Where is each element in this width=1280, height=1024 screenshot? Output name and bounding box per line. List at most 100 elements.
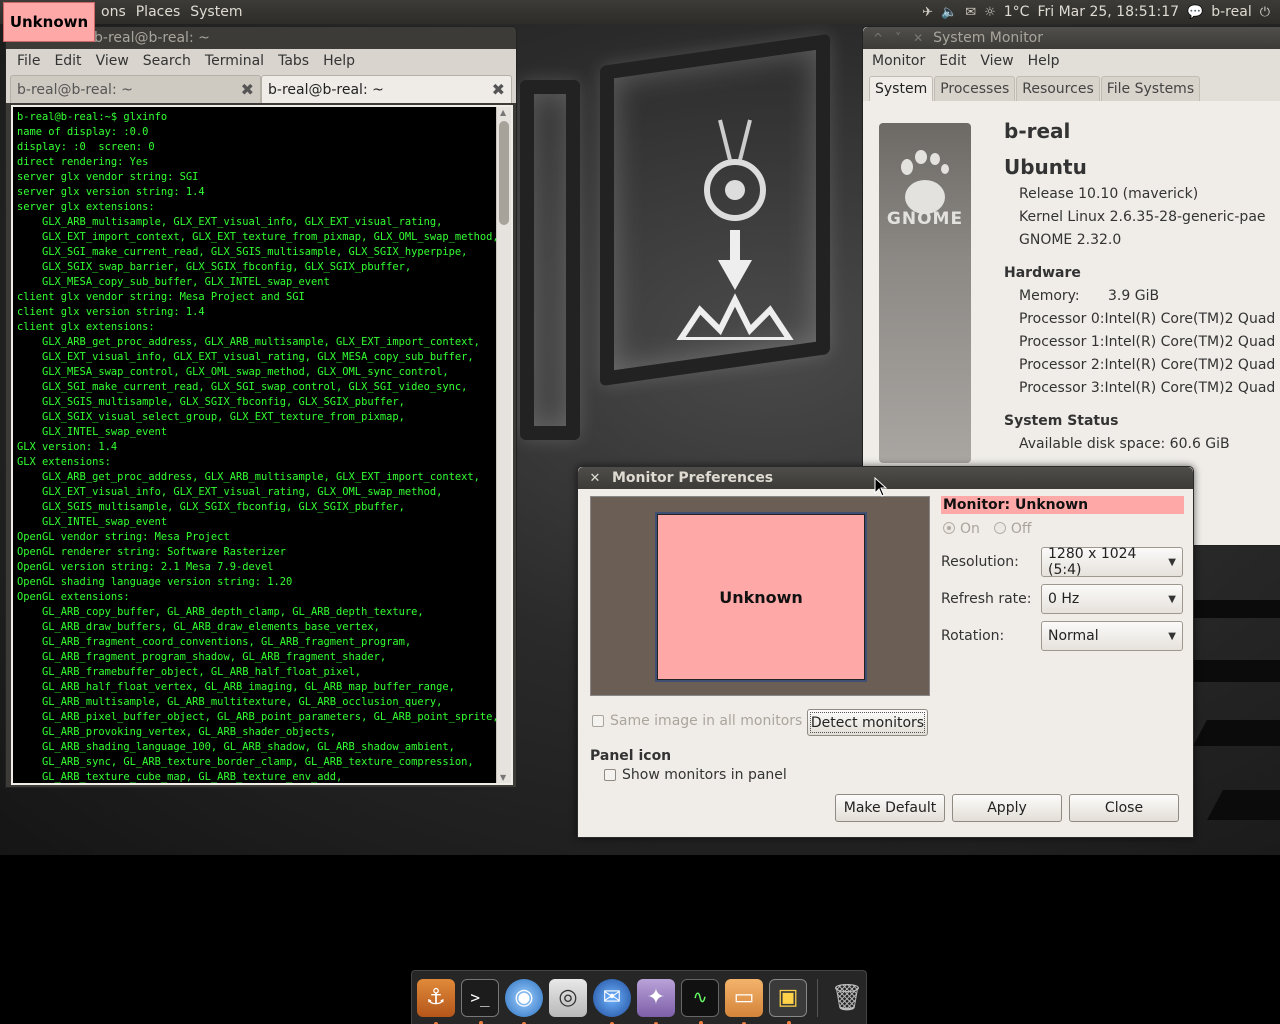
hostname: b-real [1004, 119, 1071, 143]
panel-icon-heading: Panel icon [590, 748, 672, 764]
chat-icon[interactable]: 💬 [1187, 5, 1203, 20]
hardware-processor-3: Processor 3: Intel(R) Core(TM)2 Quad C [1004, 377, 1280, 400]
hw-value: Intel(R) Core(TM)2 Quad C [1104, 334, 1280, 350]
running-indicator [479, 1020, 483, 1024]
mouse-cursor-icon [874, 477, 888, 497]
hardware-processor-2: Processor 2: Intel(R) Core(TM)2 Quad C [1004, 354, 1280, 377]
user-menu[interactable]: b-real [1211, 4, 1251, 20]
wallpaper-stripe [1193, 720, 1280, 746]
tab-system[interactable]: System [869, 76, 934, 101]
rotation-select[interactable]: Normal ▼ [1041, 621, 1183, 651]
sound-icon[interactable]: ◎ [549, 978, 587, 1017]
close-icon[interactable]: ✕ [913, 31, 923, 45]
weather-icon[interactable]: ☼ [984, 5, 996, 20]
tab-resources[interactable]: Resources [1016, 76, 1100, 101]
hw-key: Processor 0: [1019, 311, 1105, 327]
wallpaper-figure [676, 119, 794, 340]
temperature[interactable]: 1°C [1004, 4, 1030, 20]
system-info: b-real Ubuntu Release 10.10 (maverick) K… [1004, 119, 1280, 456]
monitor-header: Monitor: Unknown [941, 496, 1184, 514]
menu-file[interactable]: File [10, 53, 47, 69]
make-default-button[interactable]: Make Default [835, 794, 945, 822]
terminal-tab-1[interactable]: b-real@b-real: ~ ✖ [10, 75, 261, 103]
chromium-icon[interactable]: ◉ [505, 978, 543, 1024]
display-icon[interactable]: ▣ [769, 978, 807, 1024]
scrollbar-thumb[interactable] [499, 121, 509, 225]
gnome-logo-text: GNOME [886, 209, 964, 229]
show-monitors-label: Show monitors in panel [622, 767, 787, 783]
menu-tabs[interactable]: Tabs [271, 53, 316, 69]
system-monitor-menubar: Monitor Edit View Help [863, 49, 1280, 73]
tab-processes[interactable]: Processes [934, 76, 1016, 101]
tab-file-systems[interactable]: File Systems [1100, 76, 1201, 101]
apply-button[interactable]: Apply [952, 794, 1062, 822]
menu-view[interactable]: View [89, 53, 136, 69]
terminal-tab-2[interactable]: b-real@b-real: ~ ✖ [261, 75, 512, 103]
menu-view[interactable]: View [973, 53, 1020, 69]
folder-icon[interactable]: ▭ [725, 978, 763, 1024]
pidgin-icon[interactable]: ✦ [637, 978, 675, 1024]
terminal-body: b-real@b-real:~$ glxinfo name of display… [11, 105, 513, 785]
on-radio[interactable]: On [943, 521, 980, 537]
terminal-icon[interactable]: >_ [461, 978, 499, 1024]
network-icon[interactable]: ✈ [922, 5, 933, 20]
monitor-box[interactable]: Unknown [655, 512, 867, 682]
hw-key: Processor 3: [1019, 380, 1105, 396]
resolution-select[interactable]: 1280 x 1024 (5:4) ▼ [1041, 546, 1183, 578]
monitor-layout-preview[interactable]: Unknown [590, 496, 930, 696]
wallpaper-stripe [1207, 790, 1280, 820]
same-image-checkbox[interactable]: Same image in all monitors [592, 713, 802, 729]
system-menu[interactable]: System [185, 4, 247, 20]
refresh-label: Refresh rate: [941, 591, 1032, 607]
scroll-up-icon[interactable]: ▲ [500, 108, 506, 117]
chevron-down-icon: ▼ [1168, 593, 1176, 605]
terminal-output[interactable]: b-real@b-real:~$ glxinfo name of display… [13, 107, 496, 783]
hw-value: Intel(R) Core(TM)2 Quad C [1104, 311, 1280, 327]
panel-indicators: ✈ 🔈 ✉ ☼ 1°C Fri Mar 25, 18:51:17 💬 b-rea… [922, 0, 1270, 24]
hw-value: 3.9 GiB [1108, 288, 1160, 304]
show-monitors-checkbox[interactable]: Show monitors in panel [604, 767, 787, 783]
hardware-processor-0: Processor 0: Intel(R) Core(TM)2 Quad C [1004, 308, 1280, 331]
refresh-select[interactable]: 0 Hz ▼ [1041, 584, 1183, 614]
hw-value: Intel(R) Core(TM)2 Quad C [1104, 380, 1280, 396]
maximize-icon[interactable]: ^ [873, 31, 883, 45]
system-monitor-titlebar[interactable]: ^ ˅ ✕ System Monitor [863, 27, 1280, 49]
resolution-row: Resolution: 1280 x 1024 (5:4) ▼ [941, 546, 1184, 578]
system-monitor-icon[interactable]: ∿ [681, 978, 719, 1024]
terminal-scrollbar[interactable]: ▲ ▼ [496, 107, 511, 783]
thunderbird-icon[interactable]: ✉ [593, 978, 631, 1024]
menu-monitor[interactable]: Monitor [865, 53, 932, 69]
chevron-down-icon: ▼ [1168, 630, 1176, 642]
off-radio[interactable]: Off [993, 521, 1032, 537]
disk-space: Available disk space: 60.6 GiB [1019, 436, 1230, 452]
detect-monitors-button[interactable]: Detect monitors [807, 709, 928, 736]
close-icon[interactable]: ✕ [584, 471, 606, 486]
places-menu[interactable]: Places [131, 4, 186, 20]
trash-icon[interactable]: 🗑 [828, 979, 866, 1017]
menu-edit[interactable]: Edit [932, 53, 973, 69]
power-icon[interactable]: ⏻ [1260, 5, 1270, 20]
close-tab-icon[interactable]: ✖ [492, 80, 505, 99]
menu-help[interactable]: Help [316, 53, 362, 69]
menu-help[interactable]: Help [1021, 53, 1067, 69]
close-button[interactable]: Close [1069, 794, 1179, 822]
hw-value: Intel(R) Core(TM)2 Quad C [1104, 357, 1280, 373]
menu-edit[interactable]: Edit [47, 53, 88, 69]
volume-icon[interactable]: 🔈 [941, 5, 957, 20]
hardware-processor-1: Processor 1: Intel(R) Core(TM)2 Quad C [1004, 331, 1280, 354]
hardware-heading: Hardware [1004, 265, 1081, 281]
rotation-label: Rotation: [941, 628, 1005, 644]
clock[interactable]: Fri Mar 25, 18:51:17 [1037, 4, 1179, 20]
minimize-icon[interactable]: ˅ [895, 31, 901, 45]
menu-search[interactable]: Search [136, 53, 198, 69]
refresh-value: 0 Hz [1048, 591, 1080, 607]
release: Release 10.10 (maverick) [1019, 186, 1199, 202]
scroll-down-icon[interactable]: ▼ [500, 773, 506, 782]
menu-terminal[interactable]: Terminal [198, 53, 271, 69]
anchor-icon[interactable]: ⚓ [417, 978, 455, 1024]
mail-icon[interactable]: ✉ [965, 5, 976, 20]
same-image-label: Same image in all monitors [610, 713, 803, 729]
close-tab-icon[interactable]: ✖ [241, 80, 254, 99]
checkbox-icon [592, 715, 604, 727]
applications-menu[interactable]: ons [96, 4, 131, 20]
